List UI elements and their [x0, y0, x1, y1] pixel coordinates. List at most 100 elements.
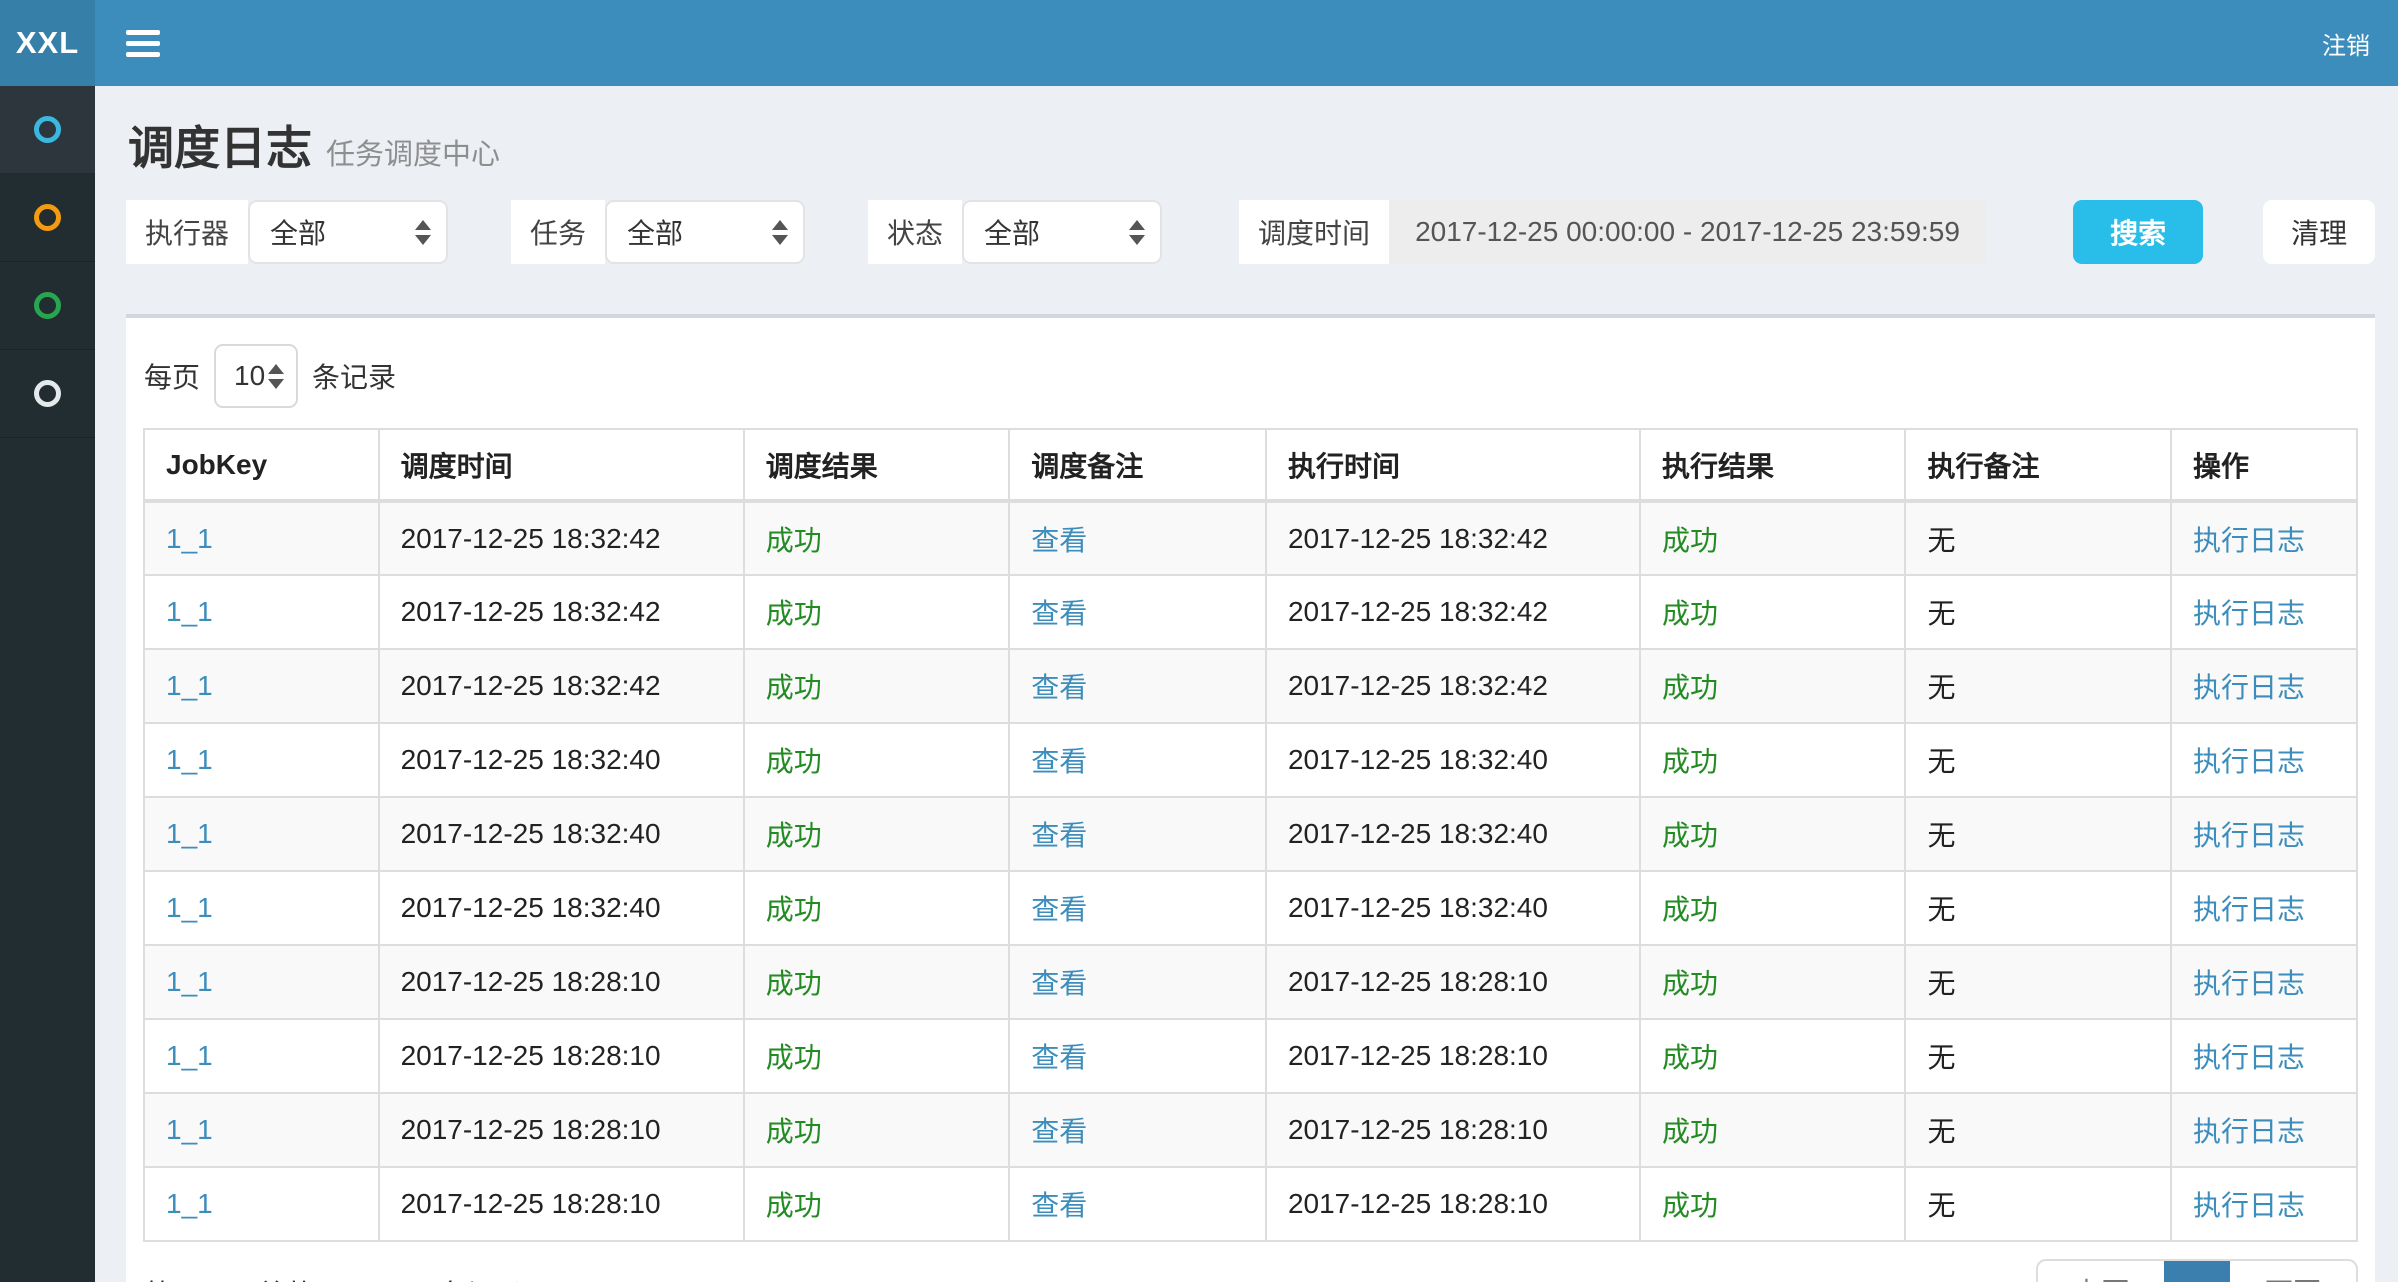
trigger_result-status: 成功	[766, 968, 822, 999]
handle_result-status: 成功	[1662, 1042, 1718, 1073]
handle_remark-text: 无	[1927, 525, 1955, 556]
cell-jobkey: 1_1	[144, 501, 379, 575]
handle_time-text: 2017-12-25 18:32:42	[1288, 523, 1548, 554]
sidebar-toggle-icon[interactable]	[126, 30, 160, 57]
execution-log-link[interactable]: 执行日志	[2193, 1042, 2305, 1073]
handle_remark-text: 无	[1927, 1116, 1955, 1147]
logout-link[interactable]: 注销	[2322, 26, 2370, 61]
executor-select[interactable]: 全部	[248, 200, 448, 264]
trigger-time-range-input[interactable]: 2017-12-25 00:00:00 - 2017-12-25 23:59:5…	[1389, 200, 1986, 264]
trigger_result-status: 成功	[766, 1042, 822, 1073]
pagination: 上页 1 下页	[2036, 1259, 2358, 1282]
trigger_time-text: 2017-12-25 18:32:42	[401, 523, 661, 554]
sidebar-item-log[interactable]	[0, 262, 95, 350]
handle_remark-text: 无	[1927, 968, 1955, 999]
cell-handle_remark: 无	[1905, 649, 2171, 723]
cell-jobkey: 1_1	[144, 945, 379, 1019]
execution-log-link[interactable]: 执行日志	[2193, 968, 2305, 999]
view-trigger-remark-link[interactable]: 查看	[1031, 525, 1087, 556]
view-trigger-remark-link[interactable]: 查看	[1031, 968, 1087, 999]
view-trigger-remark-link[interactable]: 查看	[1031, 1116, 1087, 1147]
cell-handle_result: 成功	[1640, 871, 1906, 945]
jobkey-link[interactable]: 1_1	[166, 1040, 213, 1071]
page-size-select[interactable]: 10	[214, 344, 298, 408]
search-button[interactable]: 搜索	[2073, 200, 2203, 264]
jobkey-link[interactable]: 1_1	[166, 818, 213, 849]
status-filter-group: 状态 全部	[868, 200, 1162, 264]
select-stepper-icon	[1129, 220, 1145, 245]
execution-log-link[interactable]: 执行日志	[2193, 1116, 2305, 1147]
cell-handle_time: 2017-12-25 18:28:10	[1266, 1093, 1640, 1167]
cell-handle_time: 2017-12-25 18:28:10	[1266, 1167, 1640, 1241]
cell-trigger_time: 2017-12-25 18:32:42	[379, 501, 744, 575]
handle_time-text: 2017-12-25 18:32:42	[1288, 596, 1548, 627]
cell-trigger_time: 2017-12-25 18:28:10	[379, 1019, 744, 1093]
executor-filter-group: 执行器 全部	[126, 200, 448, 264]
cell-trigger_time: 2017-12-25 18:32:42	[379, 649, 744, 723]
jobkey-link[interactable]: 1_1	[166, 1114, 213, 1145]
clean-button[interactable]: 清理	[2263, 200, 2375, 264]
sidebar-item-executor[interactable]	[0, 86, 95, 174]
sidebar-item-job[interactable]	[0, 174, 95, 262]
select-stepper-icon	[415, 220, 431, 245]
view-trigger-remark-link[interactable]: 查看	[1031, 598, 1087, 629]
jobkey-link[interactable]: 1_1	[166, 966, 213, 997]
trigger_time-text: 2017-12-25 18:32:40	[401, 744, 661, 775]
view-trigger-remark-link[interactable]: 查看	[1031, 1190, 1087, 1221]
status-select[interactable]: 全部	[962, 200, 1162, 264]
trigger_time-text: 2017-12-25 18:32:42	[401, 596, 661, 627]
view-trigger-remark-link[interactable]: 查看	[1031, 894, 1087, 925]
page-size-suffix-label: 条记录	[312, 356, 396, 396]
trigger_time-text: 2017-12-25 18:28:10	[401, 966, 661, 997]
execution-log-link[interactable]: 执行日志	[2193, 820, 2305, 851]
status-label: 状态	[868, 200, 962, 264]
execution-log-link[interactable]: 执行日志	[2193, 894, 2305, 925]
column-header-jobkey: JobKey	[144, 429, 379, 501]
select-stepper-icon	[772, 220, 788, 245]
execution-log-link[interactable]: 执行日志	[2193, 1190, 2305, 1221]
jobkey-link[interactable]: 1_1	[166, 596, 213, 627]
trigger_time-text: 2017-12-25 18:28:10	[401, 1040, 661, 1071]
cell-action: 执行日志	[2171, 871, 2357, 945]
job-select[interactable]: 全部	[605, 200, 805, 264]
cell-trigger_remark: 查看	[1009, 797, 1266, 871]
handle_result-status: 成功	[1662, 672, 1718, 703]
column-header-handle_time: 执行时间	[1266, 429, 1640, 501]
content-header: 调度日志 任务调度中心	[126, 86, 2375, 200]
cell-trigger_time: 2017-12-25 18:32:40	[379, 871, 744, 945]
view-trigger-remark-link[interactable]: 查看	[1031, 746, 1087, 777]
current-page-button[interactable]: 1	[2164, 1261, 2230, 1282]
execution-log-link[interactable]: 执行日志	[2193, 598, 2305, 629]
view-trigger-remark-link[interactable]: 查看	[1031, 1042, 1087, 1073]
page-size-control: 每页 10 条记录	[144, 344, 2358, 408]
table-row: 1_12017-12-25 18:32:40成功查看2017-12-25 18:…	[144, 871, 2357, 945]
next-page-button[interactable]: 下页	[2230, 1261, 2356, 1282]
handle_result-status: 成功	[1662, 598, 1718, 629]
view-trigger-remark-link[interactable]: 查看	[1031, 820, 1087, 851]
table-header-row: JobKey调度时间调度结果调度备注执行时间执行结果执行备注操作	[144, 429, 2357, 501]
job-label: 任务	[511, 200, 605, 264]
view-trigger-remark-link[interactable]: 查看	[1031, 672, 1087, 703]
cell-jobkey: 1_1	[144, 1167, 379, 1241]
jobkey-link[interactable]: 1_1	[166, 670, 213, 701]
handle_result-status: 成功	[1662, 894, 1718, 925]
jobkey-link[interactable]: 1_1	[166, 1188, 213, 1219]
jobkey-link[interactable]: 1_1	[166, 523, 213, 554]
job-filter-group: 任务 全部	[511, 200, 805, 264]
cell-trigger_result: 成功	[744, 501, 1010, 575]
cell-trigger_remark: 查看	[1009, 649, 1266, 723]
execution-log-link[interactable]: 执行日志	[2193, 525, 2305, 556]
trigger_result-status: 成功	[766, 894, 822, 925]
handle_remark-text: 无	[1927, 1042, 1955, 1073]
cell-trigger_time: 2017-12-25 18:28:10	[379, 945, 744, 1019]
handle_result-status: 成功	[1662, 968, 1718, 999]
table-body: 1_12017-12-25 18:32:42成功查看2017-12-25 18:…	[144, 501, 2357, 1241]
prev-page-button[interactable]: 上页	[2038, 1261, 2164, 1282]
cell-jobkey: 1_1	[144, 575, 379, 649]
jobkey-link[interactable]: 1_1	[166, 892, 213, 923]
execution-log-link[interactable]: 执行日志	[2193, 746, 2305, 777]
cell-jobkey: 1_1	[144, 723, 379, 797]
sidebar-item-help[interactable]	[0, 350, 95, 438]
jobkey-link[interactable]: 1_1	[166, 744, 213, 775]
execution-log-link[interactable]: 执行日志	[2193, 672, 2305, 703]
